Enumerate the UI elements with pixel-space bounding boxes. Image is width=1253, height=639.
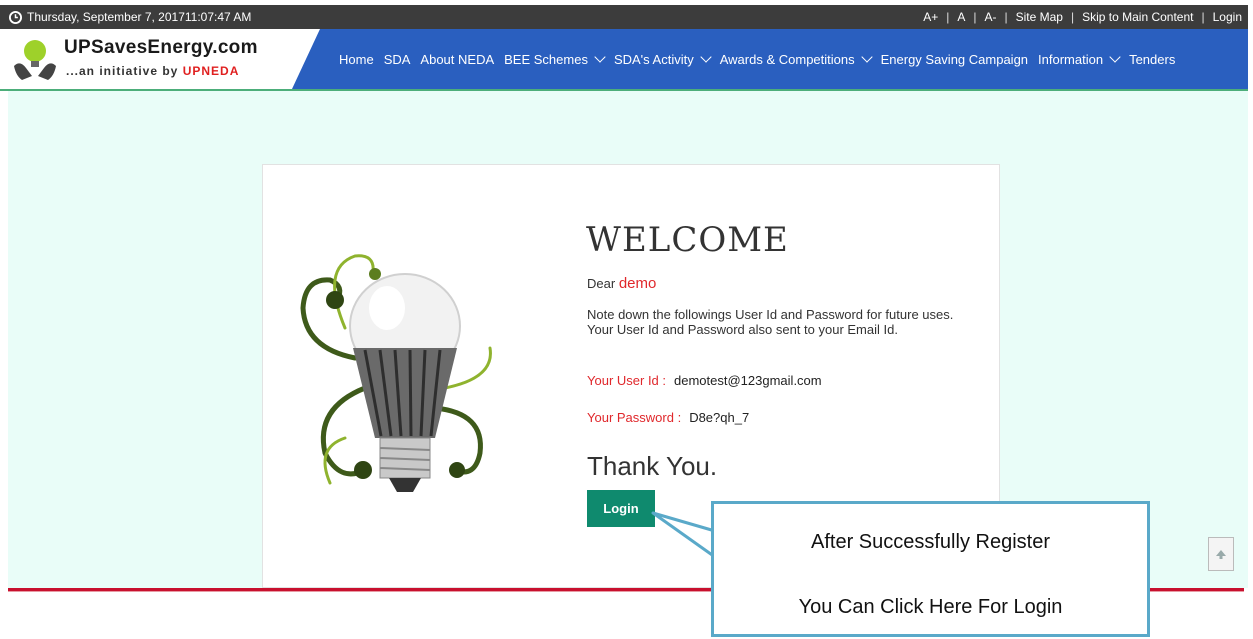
scroll-to-top-button[interactable] bbox=[1208, 537, 1234, 571]
note-line-1: Note down the followings User Id and Pas… bbox=[587, 307, 954, 322]
utility-links: A+ | A | A- | Site Map | Skip to Main Co… bbox=[923, 5, 1242, 29]
font-increase-link[interactable]: A+ bbox=[923, 10, 938, 24]
skip-main-content-link[interactable]: Skip to Main Content bbox=[1082, 10, 1193, 24]
separator: | bbox=[946, 10, 950, 24]
greeting: Dear demo bbox=[587, 275, 656, 292]
password-label: Your Password : bbox=[587, 410, 682, 425]
nav-item-label: SDA's Activity bbox=[613, 51, 694, 67]
user-id-value: demotest@123gmail.com bbox=[674, 373, 822, 388]
nav-item-awards[interactable]: Awards & Competitions bbox=[719, 51, 873, 67]
arrow-up-icon bbox=[1216, 550, 1226, 559]
logo-subtitle-brand: UPNEDA bbox=[182, 64, 240, 78]
nav-menu: Home SDA About NEDA BEE Schemes SDA's Ac… bbox=[339, 29, 1185, 89]
nav-item-about-neda[interactable]: About NEDA bbox=[420, 52, 494, 67]
logo-title: UPSavesEnergy.com bbox=[64, 37, 258, 58]
password-row: Your Password : D8e?qh_7 bbox=[587, 410, 749, 425]
nav-item-label: Energy Saving Campaign bbox=[880, 51, 1029, 67]
password-value: D8e?qh_7 bbox=[689, 410, 750, 425]
top-utility-bar: Thursday, September 7, 201711:07:47 AM A… bbox=[0, 5, 1248, 29]
chevron-down-icon bbox=[700, 51, 712, 63]
annotation-callout: After Successfully Register You Can Clic… bbox=[711, 501, 1150, 637]
chevron-down-icon bbox=[594, 51, 606, 63]
font-normal-link[interactable]: A bbox=[957, 10, 965, 24]
nav-item-label: BEE Schemes bbox=[504, 51, 588, 67]
callout-line-2: You Can Click Here For Login bbox=[798, 596, 1063, 618]
nav-item-label: Tenders bbox=[1129, 51, 1176, 67]
logo-subtitle: ...an initiative by UPNEDA bbox=[66, 64, 239, 78]
nav-item-label: SDA bbox=[383, 51, 411, 67]
nav-item-label: Information bbox=[1038, 51, 1104, 67]
logo-subtitle-prefix: ...an initiative by bbox=[66, 64, 183, 78]
user-id-row: Your User Id : demotest@123gmail.com bbox=[587, 373, 822, 388]
separator: | bbox=[1004, 10, 1008, 24]
nav-item-label: Home bbox=[339, 51, 374, 67]
led-bulb-illustration bbox=[300, 254, 492, 492]
welcome-heading: WELCOME bbox=[586, 220, 789, 260]
separator: | bbox=[1070, 10, 1075, 24]
chevron-down-icon bbox=[860, 51, 873, 63]
nav-item-home[interactable]: Home bbox=[339, 52, 374, 67]
separator: | bbox=[973, 10, 977, 24]
nav-item-label: About NEDA bbox=[420, 51, 495, 67]
main-navigation: UPSavesEnergy.com ...an initiative by UP… bbox=[0, 29, 1248, 89]
note-line-2: Your User Id and Password also sent to y… bbox=[587, 322, 898, 337]
top-login-link[interactable]: Login bbox=[1213, 10, 1242, 24]
nav-item-energy-saving-campaign[interactable]: Energy Saving Campaign bbox=[881, 52, 1028, 67]
nav-item-sda[interactable]: SDA bbox=[384, 52, 411, 67]
user-name: demo bbox=[618, 275, 657, 292]
font-decrease-link[interactable]: A- bbox=[984, 10, 996, 24]
nav-item-information[interactable]: Information bbox=[1038, 51, 1121, 67]
bulb-hands-logo-icon bbox=[14, 40, 56, 80]
thank-you-text: Thank You. bbox=[587, 451, 718, 481]
nav-item-label: Awards & Competitions bbox=[719, 51, 855, 67]
date-time-display: Thursday, September 7, 201711:07:47 AM bbox=[9, 5, 251, 29]
date-time-text: Thursday, September 7, 201711:07:47 AM bbox=[27, 10, 252, 24]
site-logo[interactable]: UPSavesEnergy.com ...an initiative by UP… bbox=[0, 29, 320, 89]
clock-icon bbox=[9, 10, 22, 24]
user-id-label: Your User Id : bbox=[587, 373, 667, 388]
greeting-prefix: Dear bbox=[587, 276, 616, 291]
nav-item-bee-schemes[interactable]: BEE Schemes bbox=[504, 51, 606, 67]
separator: | bbox=[1201, 10, 1205, 24]
site-map-link[interactable]: Site Map bbox=[1016, 10, 1063, 24]
nav-item-sda-activity[interactable]: SDA's Activity bbox=[613, 51, 712, 67]
callout-line-1: After Successfully Register bbox=[811, 531, 1050, 553]
chevron-down-icon bbox=[1109, 51, 1121, 63]
nav-item-tenders[interactable]: Tenders bbox=[1129, 52, 1175, 67]
credentials-note: Note down the followings User Id and Pas… bbox=[587, 307, 982, 337]
